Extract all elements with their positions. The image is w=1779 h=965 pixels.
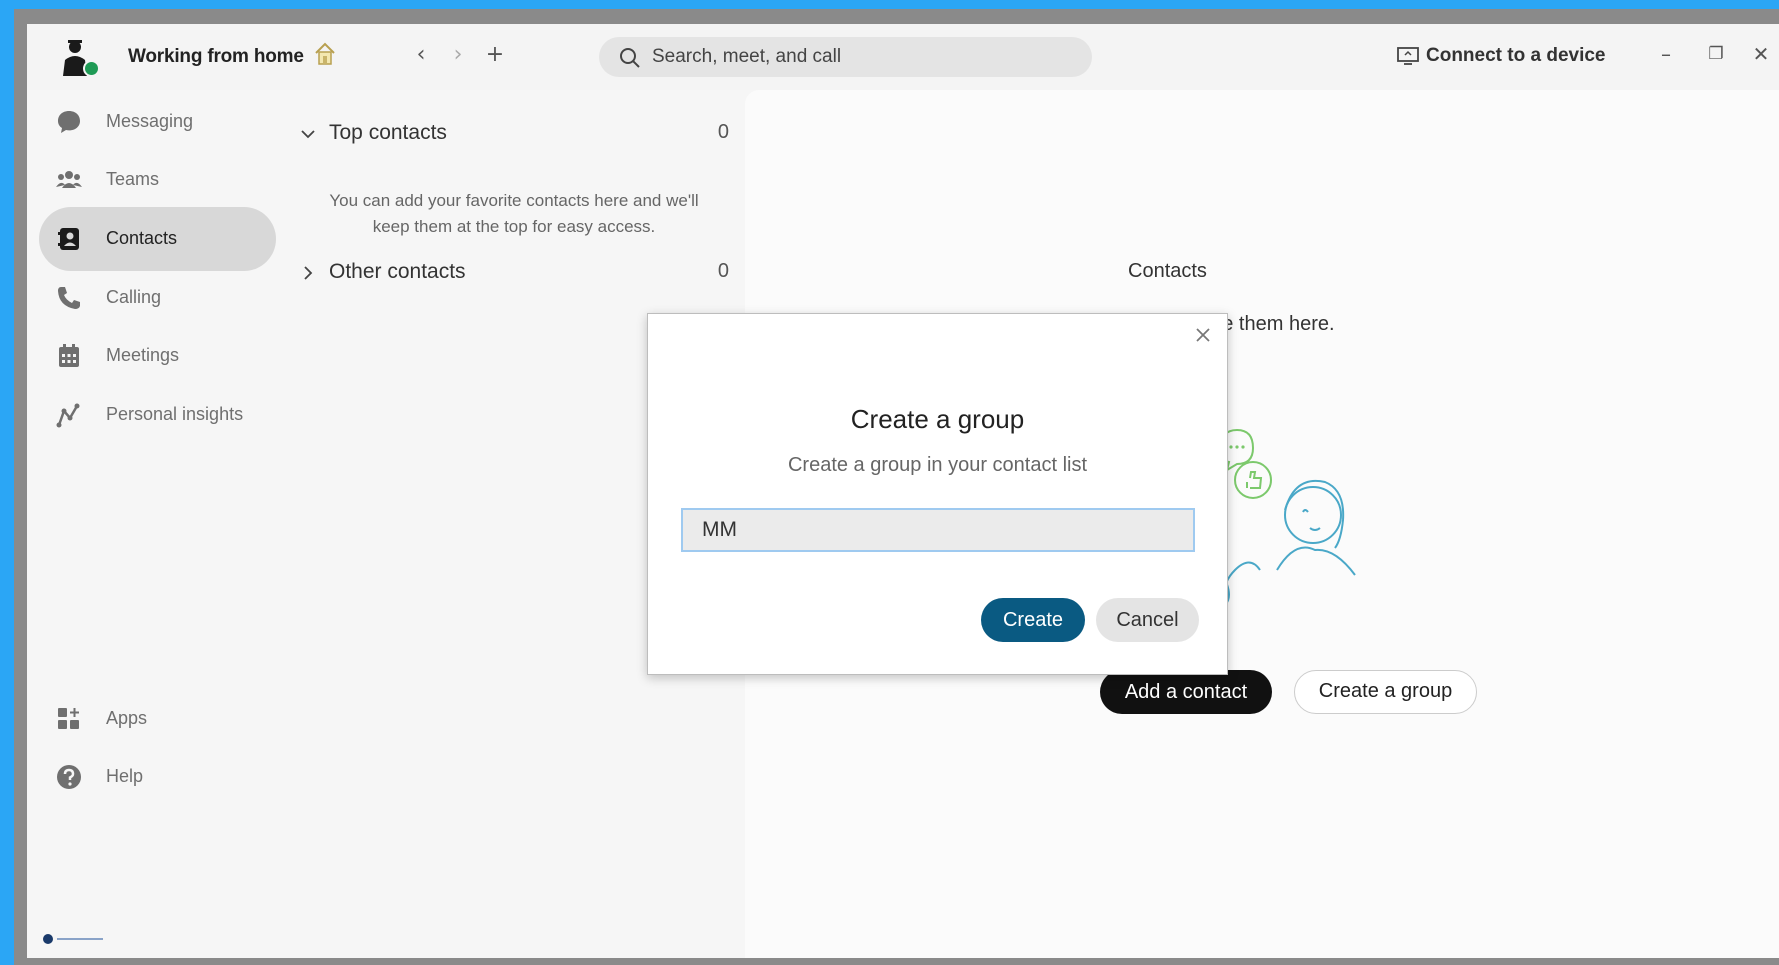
sidebar-item-calling[interactable]: Calling bbox=[39, 266, 276, 330]
back-button[interactable]: ‹ bbox=[407, 40, 435, 70]
top-contacts-count: 0 bbox=[717, 121, 729, 143]
sidebar-item-contacts[interactable]: Contacts bbox=[39, 207, 276, 271]
sidebar-item-label: Apps bbox=[106, 708, 148, 728]
close-icon[interactable] bbox=[1191, 323, 1215, 347]
sidebar-item-messaging[interactable]: Messaging bbox=[39, 90, 276, 154]
create-group-button[interactable]: Create a group bbox=[1294, 670, 1477, 714]
chevron-down-icon bbox=[301, 130, 315, 139]
chevron-right-icon bbox=[304, 266, 313, 280]
team-icon bbox=[56, 171, 82, 188]
forward-button[interactable]: › bbox=[444, 40, 472, 70]
sidebar-item-label: Personal insights bbox=[106, 404, 244, 424]
sidebar-item-label: Messaging bbox=[106, 111, 194, 131]
other-contacts-title: Other contacts bbox=[329, 260, 466, 283]
chat-bubble-icon bbox=[58, 111, 80, 133]
dialog-subtitle: Create a group in your contact list bbox=[787, 454, 1088, 476]
sidebar: Messaging Teams Contacts Calling Meeting… bbox=[27, 90, 277, 958]
add-contact-button[interactable]: Add a contact bbox=[1100, 670, 1272, 714]
sidebar-item-meetings[interactable]: Meetings bbox=[39, 324, 276, 388]
group-name-input[interactable]: MM bbox=[681, 508, 1195, 552]
create-group-dialog: Create a group Create a group in your co… bbox=[647, 313, 1228, 675]
dialog-title: Create a group bbox=[850, 404, 1025, 434]
sidebar-item-label: Calling bbox=[106, 287, 162, 307]
sidebar-item-label: Contacts bbox=[106, 228, 178, 248]
minimize-button[interactable]: – bbox=[1649, 38, 1683, 70]
app-window: Working from home ‹ › + Search, meet, an… bbox=[27, 24, 1779, 958]
sidebar-item-label: Help bbox=[106, 766, 144, 786]
sidebar-item-label: Teams bbox=[106, 169, 160, 189]
new-button[interactable]: + bbox=[481, 40, 509, 70]
top-contacts-title: Top contacts bbox=[329, 121, 447, 144]
calendar-icon bbox=[59, 344, 79, 367]
help-icon bbox=[57, 765, 81, 789]
phone-icon bbox=[58, 287, 80, 309]
insights-icon bbox=[56, 403, 80, 428]
apps-icon bbox=[58, 708, 79, 729]
top-contacts-help: You can add your favorite contacts here … bbox=[329, 191, 699, 236]
sidebar-item-label: Meetings bbox=[106, 345, 180, 365]
sidebar-item-personal-insights[interactable]: Personal insights bbox=[39, 383, 276, 447]
other-contacts-header[interactable]: Other contacts 0 bbox=[299, 260, 729, 290]
other-contacts-count: 0 bbox=[717, 260, 729, 282]
page-title: Contacts bbox=[1128, 260, 1207, 282]
connect-device-label: Connect to a device bbox=[1426, 45, 1606, 66]
create-button[interactable]: Create bbox=[981, 598, 1085, 642]
sync-status-bar bbox=[57, 938, 103, 940]
house-emoji-icon bbox=[315, 42, 335, 65]
screen-share-icon bbox=[1397, 47, 1419, 65]
close-window-button[interactable]: ✕ bbox=[1744, 38, 1778, 70]
presence-status-icon bbox=[83, 60, 100, 77]
status-message[interactable]: Working from home bbox=[128, 46, 304, 68]
search-bar[interactable]: Search, meet, and call bbox=[599, 37, 1092, 77]
maximize-button[interactable]: ❐ bbox=[1699, 38, 1733, 70]
search-icon bbox=[620, 48, 640, 68]
sync-status-icon bbox=[43, 934, 53, 944]
sidebar-item-teams[interactable]: Teams bbox=[39, 148, 276, 212]
sidebar-item-apps[interactable]: Apps bbox=[39, 687, 276, 751]
top-contacts-header[interactable]: Top contacts 0 bbox=[299, 121, 729, 151]
sidebar-item-help[interactable]: Help bbox=[39, 745, 276, 809]
cancel-button[interactable]: Cancel bbox=[1096, 598, 1199, 642]
title-bar: Working from home ‹ › + Search, meet, an… bbox=[27, 24, 1779, 90]
search-input[interactable]: Search, meet, and call bbox=[652, 46, 841, 68]
contacts-icon bbox=[58, 228, 79, 250]
